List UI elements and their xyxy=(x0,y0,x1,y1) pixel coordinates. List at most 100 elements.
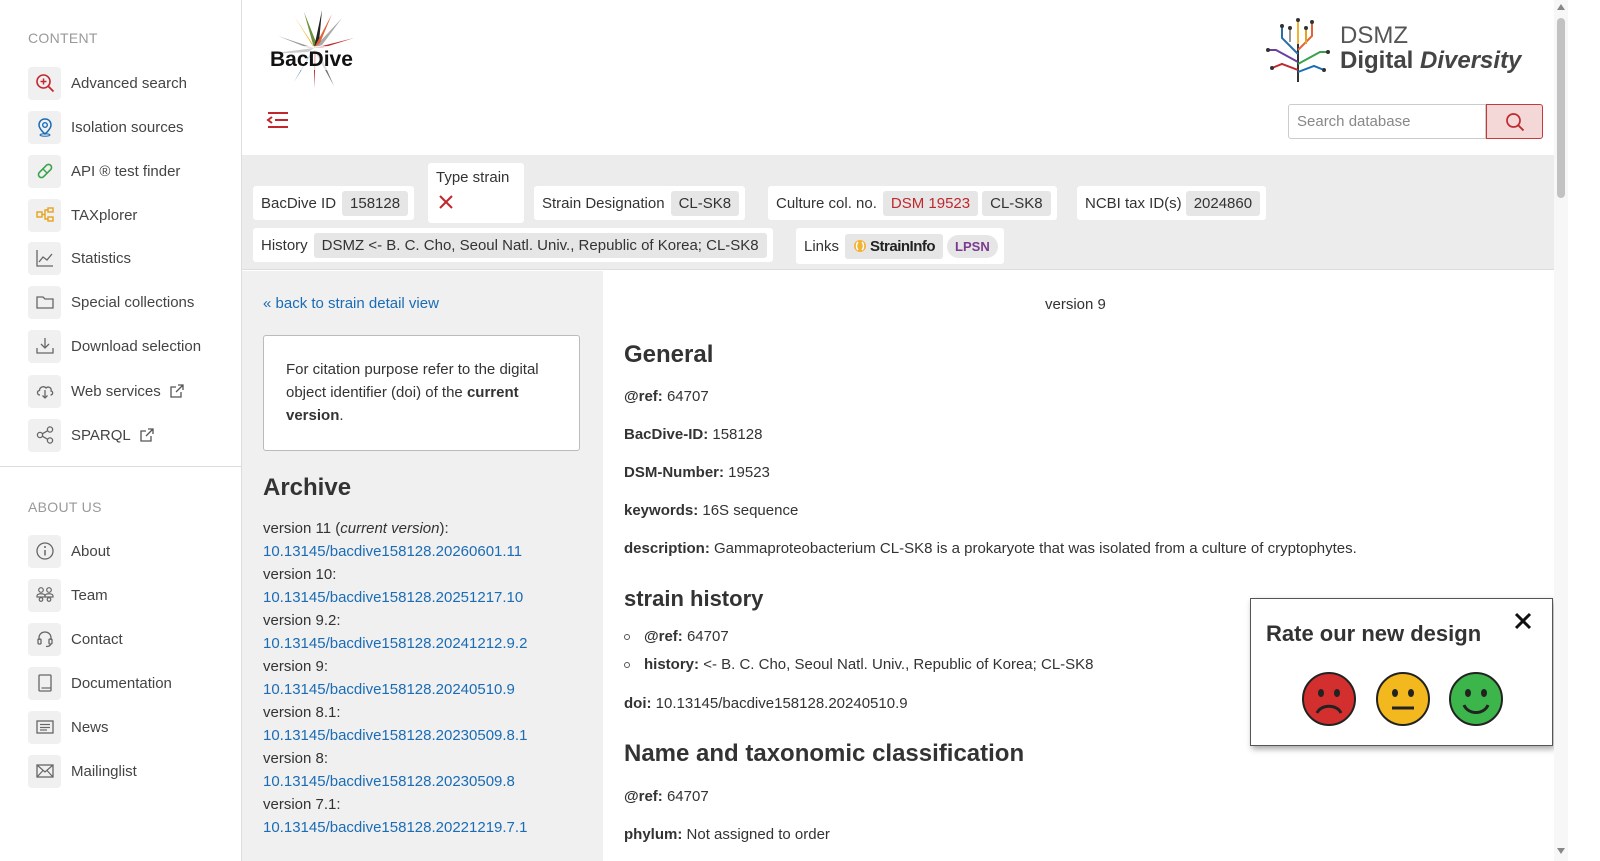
happy-face-icon[interactable] xyxy=(1448,671,1504,727)
culture-collection-chip: Culture col. no. DSM 19523 CL-SK8 xyxy=(768,186,1057,220)
sidebar-item-label: About xyxy=(71,542,111,560)
sidebar-item-about[interactable]: About xyxy=(28,534,110,568)
close-icon[interactable] xyxy=(1511,609,1535,633)
newspaper-icon xyxy=(28,710,61,744)
taxonomy-phylum: phylum: Not assigned to order xyxy=(624,826,830,843)
straininfo-link[interactable]: StrainInfo xyxy=(845,233,944,259)
version-label: version 11 (current version): xyxy=(263,520,449,537)
hierarchy-icon xyxy=(28,198,61,232)
external-link-icon xyxy=(139,427,155,443)
version-label: version 7.1: xyxy=(263,796,341,813)
bacdive-logo[interactable]: BacDive xyxy=(264,10,364,96)
general-keywords: keywords: 16S sequence xyxy=(624,502,799,519)
neutral-face-icon[interactable] xyxy=(1375,671,1431,727)
sidebar-item-news[interactable]: News xyxy=(28,710,109,744)
sidebar-item-contact[interactable]: Contact xyxy=(28,622,123,656)
list-item: @ref: 64707 xyxy=(624,628,729,645)
version-doi-link[interactable]: 10.13145/bacdive158128.20221219.7.1 xyxy=(263,816,593,839)
sidebar-item-api-test-finder[interactable]: API ® test finder xyxy=(28,154,180,188)
back-to-strain-link[interactable]: « back to strain detail view xyxy=(263,295,439,312)
sidebar-item-taxplorer[interactable]: TAXplorer xyxy=(28,198,137,232)
version-doi-link[interactable]: 10.13145/bacdive158128.20240510.9 xyxy=(263,678,593,701)
history-value: DSMZ <- B. C. Cho, Seoul Natl. Univ., Re… xyxy=(313,232,767,258)
section-taxonomy-heading: Name and taxonomic classification xyxy=(624,740,1025,767)
current-version-label: version 9 xyxy=(1045,296,1106,313)
version-label: version 8: xyxy=(263,750,329,767)
sidebar-item-isolation-sources[interactable]: Isolation sources xyxy=(28,110,184,144)
sidebar-item-label: Isolation sources xyxy=(71,118,184,136)
version-doi-link[interactable]: 10.13145/bacdive158128.20251217.10 xyxy=(263,586,593,609)
sidebar-item-label: API ® test finder xyxy=(71,162,181,180)
sidebar-item-download-selection[interactable]: Download selection xyxy=(28,329,201,363)
version-label: version 10: xyxy=(263,566,337,583)
sidebar-item-advanced-search[interactable]: Advanced search xyxy=(28,66,187,100)
sidebar-item-documentation[interactable]: Documentation xyxy=(28,666,172,700)
search-input[interactable] xyxy=(1288,104,1486,139)
culture-col-link-dsm[interactable]: DSM 19523 xyxy=(882,190,979,216)
culture-col-value: CL-SK8 xyxy=(982,190,1051,216)
list-item: version 8.1: 10.13145/bacdive158128.2023… xyxy=(263,701,593,747)
map-pin-icon xyxy=(28,110,61,144)
general-description: description: Gammaproteobacterium CL-SK8… xyxy=(624,540,1357,557)
list-item: version 9: 10.13145/bacdive158128.202405… xyxy=(263,655,593,701)
scrollbar-thumb[interactable] xyxy=(1557,18,1565,198)
ncbi-tax-value[interactable]: 2024860 xyxy=(1185,190,1261,216)
general-ref: @ref: 64707 xyxy=(624,388,709,405)
sidebar-item-sparql[interactable]: SPARQL xyxy=(28,418,155,452)
dsmz-logo-line2: Digital Diversity xyxy=(1340,47,1522,74)
ncbi-tax-chip: NCBI tax ID(s) 2024860 xyxy=(1077,186,1267,220)
sad-face-icon[interactable] xyxy=(1301,671,1357,727)
scroll-up-arrow-icon[interactable] xyxy=(1557,4,1565,10)
sidebar-item-label: Advanced search xyxy=(71,74,187,92)
sidebar-item-label: Special collections xyxy=(71,293,195,311)
sidebar-item-label: Web services xyxy=(71,382,161,400)
book-icon xyxy=(28,666,61,700)
dsmz-logo-line1: DSMZ xyxy=(1340,22,1408,49)
info-icon xyxy=(28,534,61,568)
taxonomy-ref: @ref: 64707 xyxy=(624,788,709,805)
version-doi-link[interactable]: 10.13145/bacdive158128.20241212.9.2 xyxy=(263,632,593,655)
search-button[interactable] xyxy=(1486,104,1543,139)
straininfo-icon xyxy=(854,240,867,252)
sidebar-item-statistics[interactable]: Statistics xyxy=(28,241,131,275)
strain-designation-label: Strain Designation xyxy=(542,194,665,212)
ncbi-tax-label: NCBI tax ID(s) xyxy=(1085,194,1182,212)
bacdive-id-value: 158128 xyxy=(342,190,409,216)
sidebar-item-mailinglist[interactable]: Mailinglist xyxy=(28,754,137,788)
dsmz-logo[interactable]: DSMZ Digital Diversity xyxy=(1262,14,1521,84)
version-doi-link[interactable]: 10.13145/bacdive158128.20230509.8.1 xyxy=(263,724,593,747)
rate-design-popup: Rate our new design xyxy=(1250,598,1553,746)
list-item: version 7.1: 10.13145/bacdive158128.2022… xyxy=(263,793,593,839)
sidebar-item-team[interactable]: Team xyxy=(28,578,108,612)
version-doi-link[interactable]: 10.13145/bacdive158128.20260601.11 xyxy=(263,540,593,563)
scroll-down-arrow-icon[interactable] xyxy=(1557,848,1565,854)
sidebar-item-web-services[interactable]: Web services xyxy=(28,374,185,408)
page-scrollbar[interactable] xyxy=(1554,0,1568,861)
sidebar-toggle-icon[interactable] xyxy=(266,108,290,132)
sidebar-item-label: Statistics xyxy=(71,249,132,267)
sidebar-item-special-collections[interactable]: Special collections xyxy=(28,285,194,319)
sidebar-item-label: TAXplorer xyxy=(71,206,138,224)
sidebar-item-label: SPARQL xyxy=(71,426,131,444)
bacdive-logo-text: BacDive xyxy=(270,48,353,71)
section-general-heading: General xyxy=(624,341,714,368)
zoom-plus-icon xyxy=(28,66,61,100)
version-doi-link[interactable]: 10.13145/bacdive158128.20230509.8 xyxy=(263,770,593,793)
list-item: version 10: 10.13145/bacdive158128.20251… xyxy=(263,563,593,609)
list-item: version 8: 10.13145/bacdive158128.202305… xyxy=(263,747,593,793)
sidebar-item-label: News xyxy=(71,718,109,736)
section-strain-history-heading: strain history xyxy=(624,586,764,611)
lpsn-link[interactable]: LPSN xyxy=(947,234,998,258)
cross-icon xyxy=(436,192,516,216)
search-bar xyxy=(1288,104,1543,139)
list-item: version 11 (current version): 10.13145/b… xyxy=(263,517,593,563)
sidebar-item-label: Mailinglist xyxy=(71,762,137,780)
version-label: version 9.2: xyxy=(263,612,341,629)
general-bacdive-id: BacDive-ID: 158128 xyxy=(624,426,763,443)
strain-info-band: BacDive ID 158128 Type strain Strain Des… xyxy=(242,155,1554,270)
sidebar-divider xyxy=(0,466,241,467)
sidebar-section-content: CONTENT xyxy=(28,30,98,46)
sidebar: CONTENT Advanced search Isolation source… xyxy=(0,0,242,861)
version-label: version 9: xyxy=(263,658,329,675)
rate-design-title: Rate our new design xyxy=(1266,621,1482,646)
